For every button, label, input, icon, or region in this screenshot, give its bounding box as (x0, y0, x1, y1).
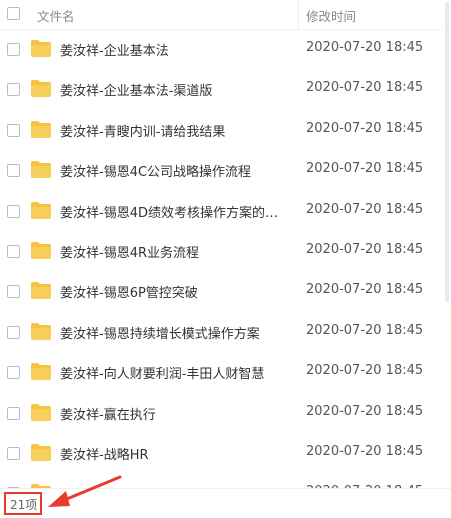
folder-icon (31, 363, 51, 381)
file-name[interactable]: 姜汝祥-向人财要利润-丰田人财智慧 (60, 363, 285, 382)
file-row[interactable]: 姜汝祥-向人财要利润-丰田人财智慧 2020-07-20 18:45 (0, 353, 451, 393)
column-header-name[interactable]: 文件名 (37, 6, 75, 25)
row-checkbox[interactable] (7, 285, 20, 299)
file-modified-time: 2020-07-20 18:45 (306, 322, 424, 338)
file-name[interactable]: 姜汝祥-战略HR (60, 444, 285, 463)
folder-icon (31, 322, 51, 340)
file-row[interactable]: 姜汝祥-锡恩6P管控突破 2020-07-20 18:45 (0, 272, 451, 312)
file-modified-time: 2020-07-20 18:45 (306, 363, 424, 379)
file-modified-time: 2020-07-20 18:45 (306, 403, 424, 419)
folder-icon (31, 120, 51, 138)
folder-icon (31, 443, 51, 461)
file-modified-time: 2020-07-20 18:45 (306, 40, 424, 55)
file-modified-time: 2020-07-20 18:45 (306, 443, 424, 459)
folder-icon (31, 201, 51, 219)
file-name[interactable]: 姜汝祥-赢在执行 (60, 404, 285, 423)
scrollbar[interactable] (443, 0, 451, 488)
row-checkbox[interactable] (7, 325, 20, 339)
folder-icon (31, 282, 51, 300)
file-name[interactable]: 姜汝祥-锡恩持续增长模式操作方案 (60, 323, 285, 342)
file-modified-time: 2020-07-20 18:45 (306, 201, 424, 217)
row-checkbox[interactable] (7, 204, 20, 218)
scrollbar-thumb[interactable] (445, 2, 449, 302)
row-checkbox[interactable] (7, 83, 20, 97)
row-checkbox[interactable] (7, 164, 20, 178)
file-row[interactable]: 姜汝祥-锡恩4R业务流程 2020-07-20 18:45 (0, 232, 451, 272)
file-name[interactable]: 姜汝祥-锡恩4C公司战略操作流程 (60, 161, 285, 180)
row-checkbox[interactable] (7, 244, 20, 258)
file-row[interactable]: 姜汝祥-战略HR 2020-07-20 18:45 (0, 434, 451, 474)
row-checkbox[interactable] (7, 446, 20, 460)
file-name[interactable]: 姜汝祥-企业基本法-渠道版 (60, 80, 285, 99)
file-row[interactable]: 姜汝祥-锡恩4D绩效考核操作方案的操作... 2020-07-20 18:45 (0, 192, 451, 232)
file-modified-time: 2020-07-20 18:45 (306, 282, 424, 298)
column-header-modified[interactable]: 修改时间 (306, 6, 356, 25)
folder-icon (31, 403, 51, 421)
file-row[interactable]: 姜汝祥-战略总经理之三：战略决定文化2020-07-20 18:45 (0, 474, 451, 488)
row-checkbox[interactable] (7, 366, 20, 380)
folder-icon (31, 40, 51, 57)
status-bar: 21项 (0, 488, 451, 518)
file-row[interactable]: 姜汝祥-企业基本法-渠道版 2020-07-20 18:45 (0, 70, 451, 110)
file-name[interactable]: 姜汝祥-锡恩4R业务流程 (60, 242, 285, 261)
file-row[interactable]: 姜汝祥-赢在执行 2020-07-20 18:45 (0, 394, 451, 434)
file-modified-time: 2020-07-20 18:45 (306, 80, 424, 96)
file-modified-time: 2020-07-20 18:45 (306, 161, 424, 177)
folder-icon (31, 161, 51, 179)
file-modified-time: 2020-07-20 18:45 (306, 241, 424, 257)
file-name[interactable]: 姜汝祥-企业基本法 (60, 40, 285, 59)
file-row[interactable]: 姜汝祥-锡恩4C公司战略操作流程 2020-07-20 18:45 (0, 151, 451, 191)
row-checkbox[interactable] (7, 43, 20, 56)
row-checkbox[interactable] (7, 123, 20, 137)
folder-icon (31, 241, 51, 259)
file-name[interactable]: 姜汝祥-锡恩4D绩效考核操作方案的操作... (60, 202, 285, 221)
row-checkbox[interactable] (7, 406, 20, 420)
file-name[interactable]: 姜汝祥-锡恩6P管控突破 (60, 282, 285, 301)
file-list: 姜汝祥-企业基本法 2020-07-20 18:45 姜汝祥-企业基本法-渠道版 20… (0, 30, 451, 488)
file-row[interactable]: 姜汝祥-锡恩持续增长模式操作方案 2020-07-20 18:45 (0, 313, 451, 353)
select-all-checkbox[interactable] (7, 7, 20, 20)
file-row[interactable]: 姜汝祥-青瞍内训-请给我结果 2020-07-20 18:45 (0, 111, 451, 151)
folder-icon (31, 80, 51, 98)
file-name[interactable]: 姜汝祥-青瞍内训-请给我结果 (60, 121, 285, 140)
column-divider[interactable] (298, 0, 299, 30)
item-count: 21项 (10, 498, 38, 512)
file-list-header: 文件名 修改时间 (0, 0, 451, 30)
file-row[interactable]: 姜汝祥-企业基本法 2020-07-20 18:45 (0, 30, 451, 70)
file-modified-time: 2020-07-20 18:45 (306, 120, 424, 136)
